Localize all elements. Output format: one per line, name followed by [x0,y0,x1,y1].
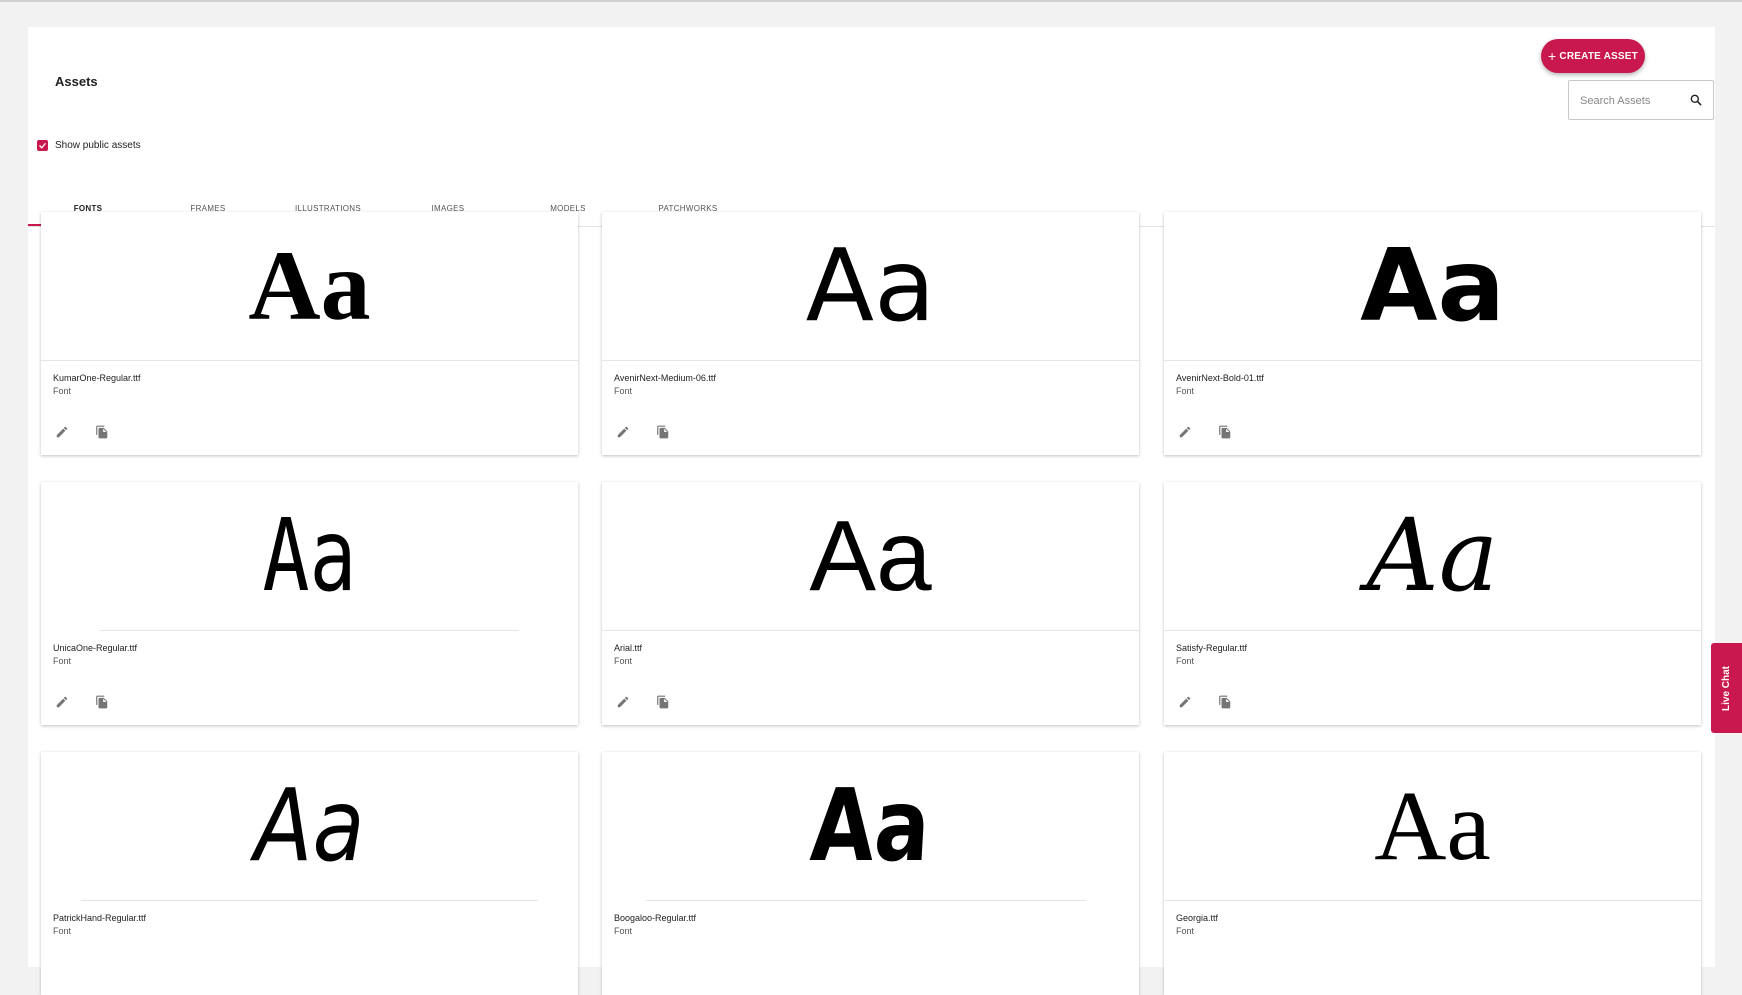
asset-name: Arial.ttf [614,643,643,653]
asset-name: AvenirNext-Medium-06.ttf [614,373,716,383]
pencil-icon[interactable] [54,694,70,710]
live-chat-button[interactable]: Live Chat [1711,643,1742,733]
pencil-icon[interactable] [615,424,631,440]
search-icon[interactable] [1689,93,1703,107]
asset-name: Boogaloo-Regular.ttf [614,913,697,923]
copy-icon[interactable] [94,424,110,440]
asset-card[interactable]: Aa UnicaOne-Regular.ttf Font [41,482,578,725]
asset-card[interactable]: Aa Boogaloo-Regular.ttf Font [602,752,1139,995]
font-preview: Aa [41,212,578,361]
copy-icon[interactable] [655,424,671,440]
asset-type: Font [1176,656,1195,666]
font-preview: Aa [602,212,1139,361]
asset-card[interactable]: Aa AvenirNext-Bold-01.ttf Font [1164,212,1701,455]
pencil-icon[interactable] [1177,694,1193,710]
copy-icon[interactable] [1217,694,1233,710]
asset-type: Font [53,386,72,396]
asset-card[interactable]: Aa KumarOne-Regular.ttf Font [41,212,578,455]
check-icon [39,142,47,149]
copy-icon[interactable] [655,694,671,710]
top-border [0,0,1742,2]
pencil-icon[interactable] [1177,424,1193,440]
search-input[interactable] [1578,91,1690,111]
asset-name: KumarOne-Regular.ttf [53,373,141,383]
plus-icon: + [1548,48,1557,64]
asset-type: Font [53,656,72,666]
copy-icon[interactable] [1217,424,1233,440]
asset-name: AvenirNext-Bold-01.ttf [1176,373,1264,383]
font-preview: Aa [1164,212,1701,361]
font-preview: Aa [81,752,538,901]
create-asset-button[interactable]: + CREATE ASSET [1541,39,1645,73]
font-preview: Aa [646,752,1095,901]
asset-type: Font [614,656,633,666]
asset-name: PatrickHand-Regular.ttf [53,913,147,923]
font-preview: Aa [1164,482,1701,631]
asset-name: Georgia.ttf [1176,913,1219,923]
live-chat-label: Live Chat [1721,665,1733,711]
show-public-label: Show public assets [55,140,141,151]
page-title: Assets [55,74,98,89]
search-box[interactable] [1568,80,1714,120]
font-preview: Aa [100,482,519,631]
asset-card[interactable]: Aa Georgia.ttf Font [1164,752,1701,995]
asset-type: Font [53,926,72,936]
asset-type: Font [1176,386,1195,396]
pencil-icon[interactable] [54,424,70,440]
asset-card[interactable]: Aa Arial.ttf Font [602,482,1139,725]
show-public-assets-toggle[interactable]: Show public assets [37,140,141,151]
asset-type: Font [1176,926,1195,936]
asset-card[interactable]: Aa PatrickHand-Regular.ttf Font [41,752,578,995]
pencil-icon[interactable] [615,694,631,710]
asset-name: UnicaOne-Regular.ttf [53,643,138,653]
show-public-checkbox[interactable] [37,140,48,151]
asset-name: Satisfy-Regular.ttf [1176,643,1248,653]
copy-icon[interactable] [94,694,110,710]
create-asset-label: CREATE ASSET [1559,50,1638,62]
font-preview: Aa [1164,752,1701,901]
asset-type: Font [614,386,633,396]
asset-card[interactable]: Aa Satisfy-Regular.ttf Font [1164,482,1701,725]
asset-card[interactable]: Aa AvenirNext-Medium-06.ttf Font [602,212,1139,455]
font-preview: Aa [602,482,1139,631]
asset-type: Font [614,926,633,936]
